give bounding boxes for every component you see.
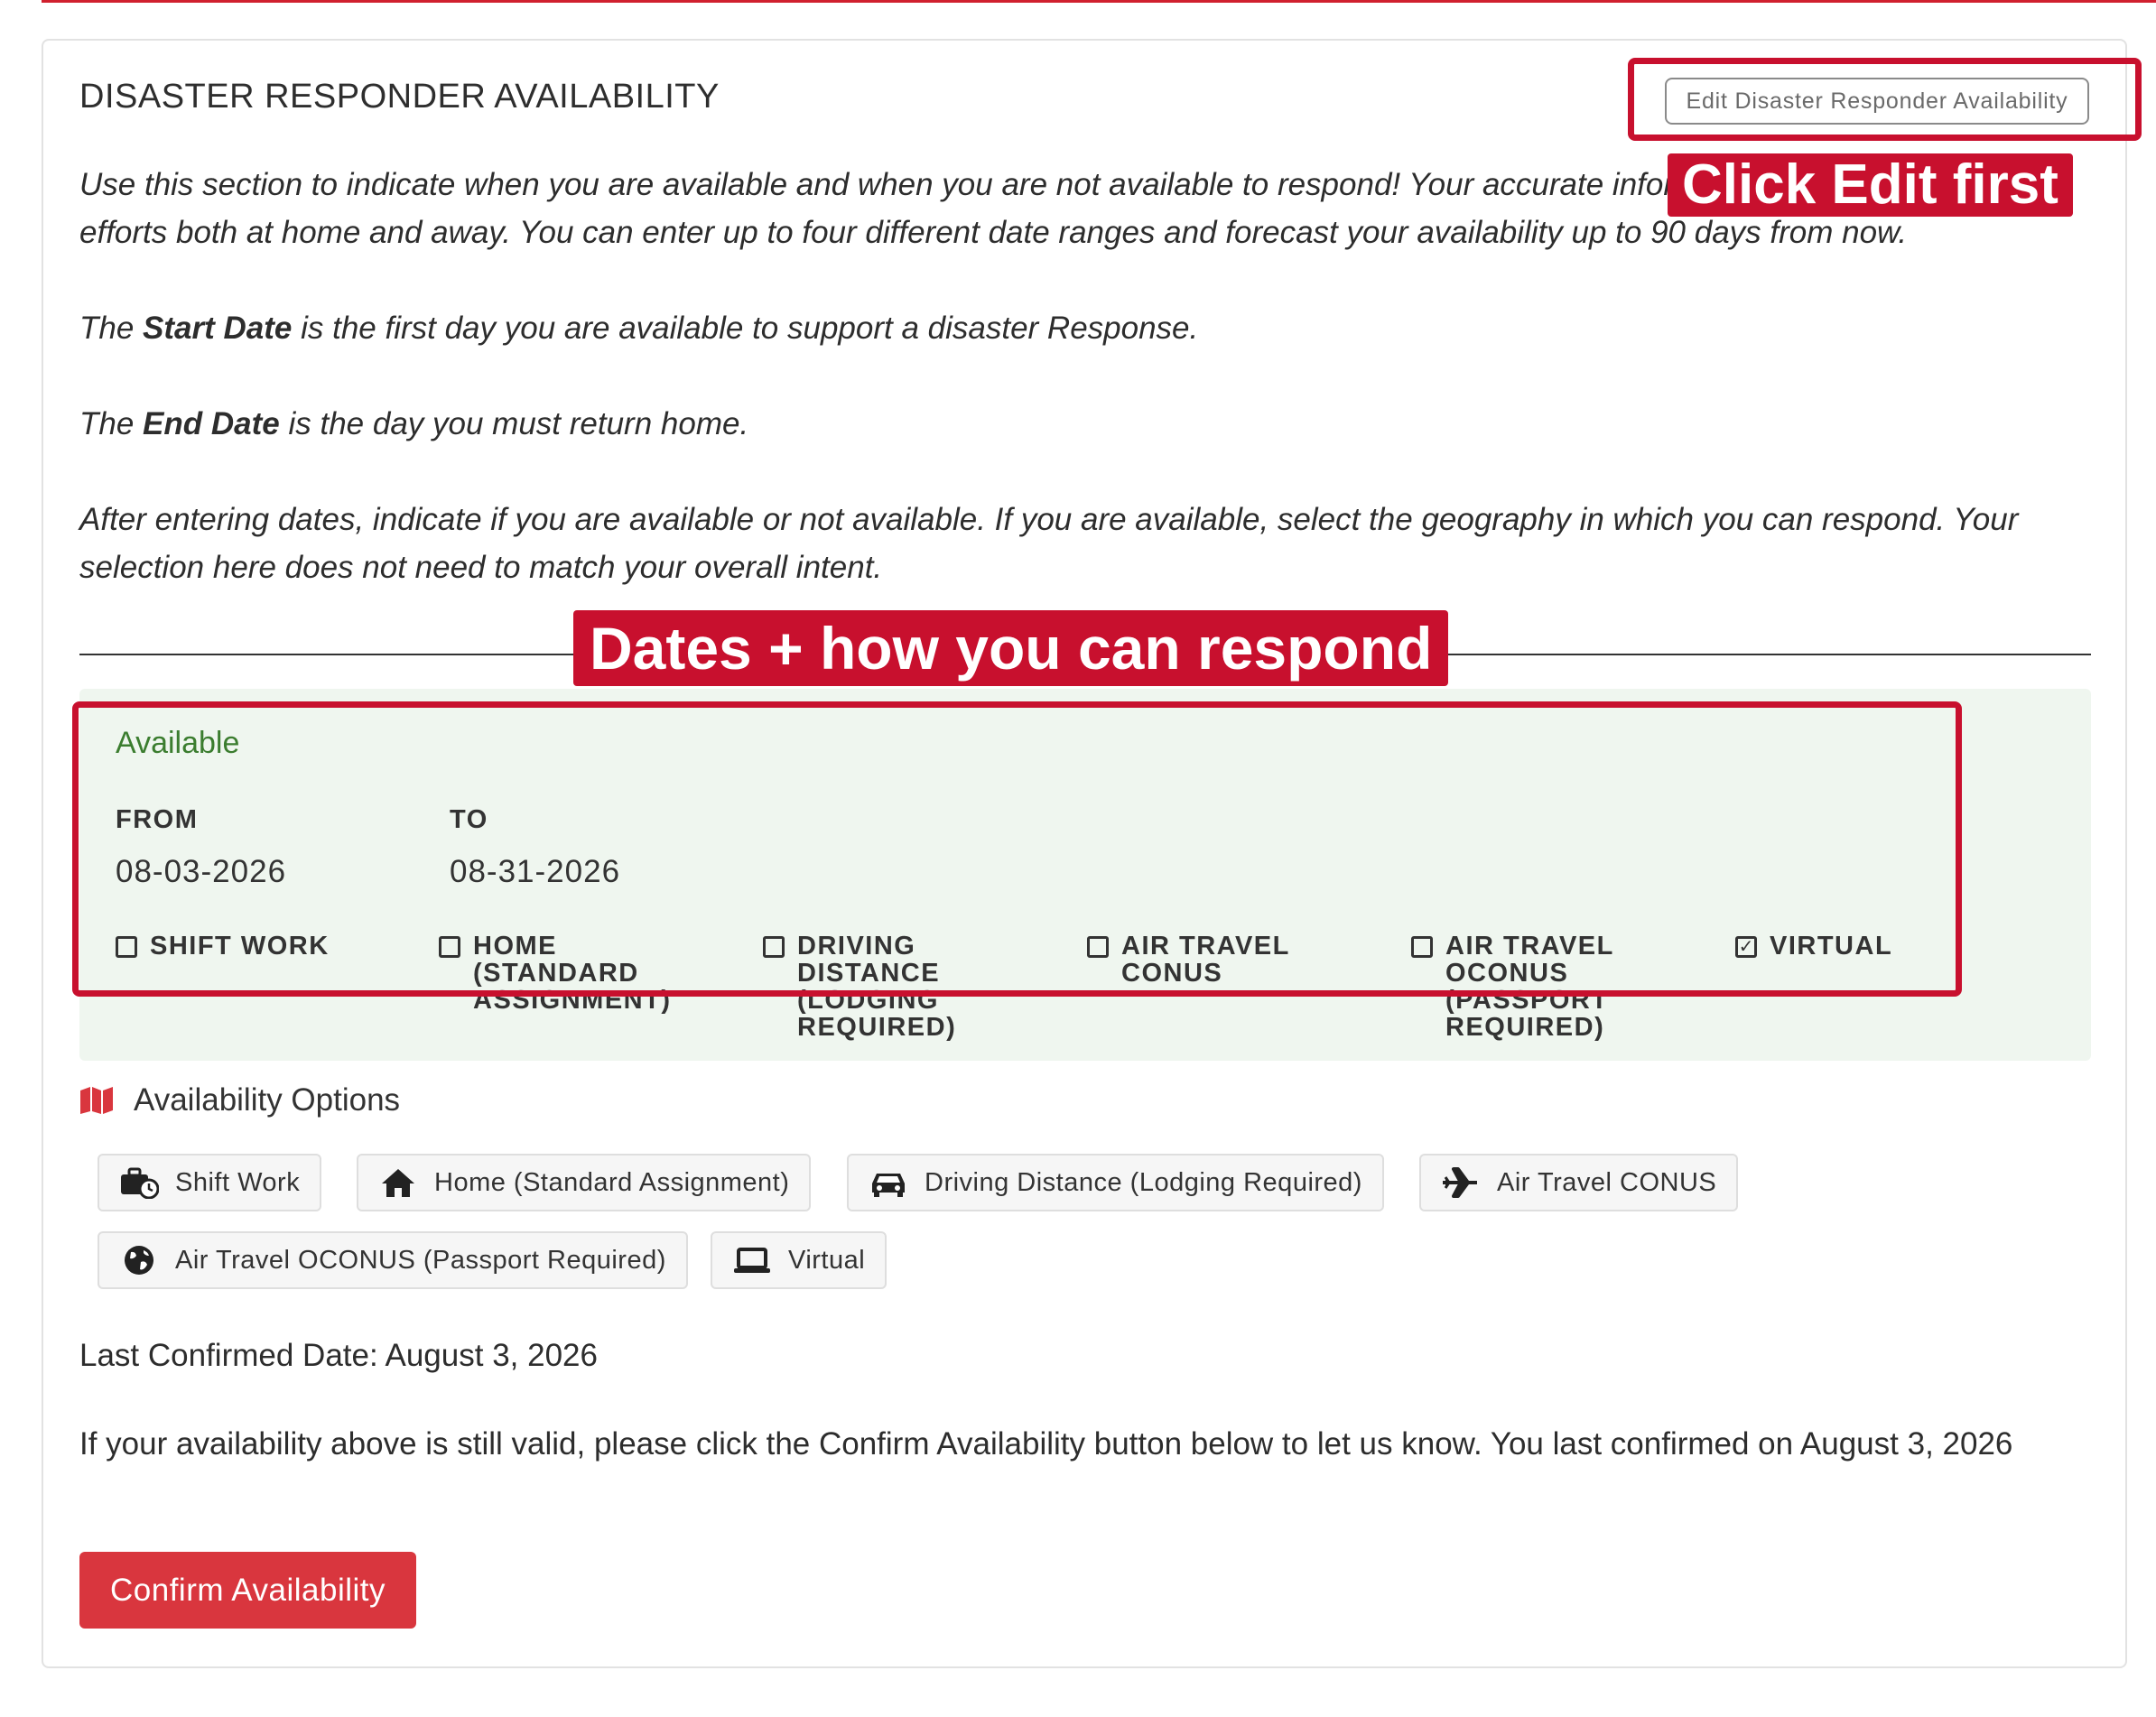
- chip-air-travel-oconus: Air Travel OCONUS (Passport Required): [98, 1231, 688, 1289]
- laptop-icon: [732, 1244, 772, 1276]
- edit-first-callout: Click Edit first: [1668, 153, 2073, 217]
- chip-driving-distance: Driving Distance (Lodging Required): [847, 1154, 1384, 1211]
- intro-text: Use this section to indicate when you ar…: [79, 161, 2066, 591]
- chip-shift-work: Shift Work: [98, 1154, 322, 1211]
- start-date-term: Start Date: [143, 311, 293, 346]
- map-icon: [80, 1087, 113, 1114]
- globe-icon: [119, 1244, 159, 1276]
- confirmation-note: If your availability above is still vali…: [79, 1426, 2013, 1462]
- end-date-term: End Date: [143, 406, 280, 441]
- start-date-explanation: The Start Date is the first day you are …: [79, 311, 1199, 346]
- plane-icon: [1441, 1166, 1481, 1199]
- geography-instructions: After entering dates, indicate if you ar…: [79, 502, 2019, 585]
- home-icon: [378, 1166, 418, 1199]
- availability-options-heading: Availability Options: [79, 1082, 400, 1118]
- briefcase-clock-icon: [119, 1166, 159, 1199]
- dates-highlight: [72, 701, 1962, 997]
- section-title: DISASTER RESPONDER AVAILABILITY: [79, 78, 720, 116]
- dates-callout: Dates + how you can respond: [573, 610, 1449, 686]
- top-accent-rule: [42, 0, 2156, 3]
- car-icon: [869, 1166, 908, 1199]
- confirm-availability-button[interactable]: Confirm Availability: [79, 1552, 416, 1629]
- end-date-explanation: The End Date is the day you must return …: [79, 406, 749, 441]
- chip-home: Home (Standard Assignment): [357, 1154, 812, 1211]
- chip-air-travel-conus: Air Travel CONUS: [1419, 1154, 1739, 1211]
- edit-button-highlight: [1628, 58, 2142, 141]
- chip-virtual: Virtual: [711, 1231, 887, 1289]
- last-confirmed-date: Last Confirmed Date: August 3, 2026: [79, 1338, 598, 1373]
